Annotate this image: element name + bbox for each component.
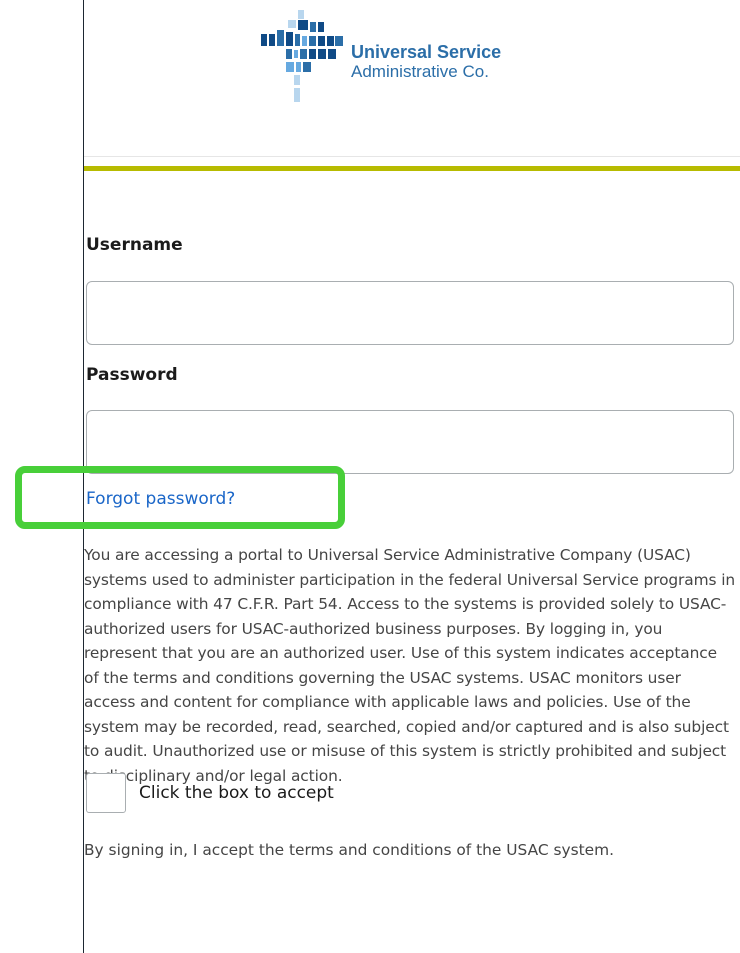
terms-acceptance-note: By signing in, I accept the terms and co… (84, 841, 614, 859)
usac-logo[interactable]: Universal Service Administrative Co. (256, 10, 556, 106)
brand-name-line1: Universal Service (351, 42, 502, 62)
accept-checkbox[interactable] (86, 773, 126, 813)
login-page: Universal Service Administrative Co. Use… (0, 0, 740, 953)
username-input[interactable] (86, 281, 734, 345)
usac-logo-icon (261, 10, 343, 102)
password-label: Password (86, 365, 178, 385)
accept-checkbox-label[interactable]: Click the box to accept (139, 783, 334, 803)
accent-bar (84, 166, 740, 171)
brand-name-line2: Administrative Co. (351, 62, 489, 81)
password-input[interactable] (86, 410, 734, 474)
forgot-password-link[interactable]: Forgot password? (86, 489, 235, 509)
username-label: Username (86, 235, 183, 255)
header: Universal Service Administrative Co. (84, 0, 740, 157)
legal-notice: You are accessing a portal to Universal … (84, 546, 736, 785)
